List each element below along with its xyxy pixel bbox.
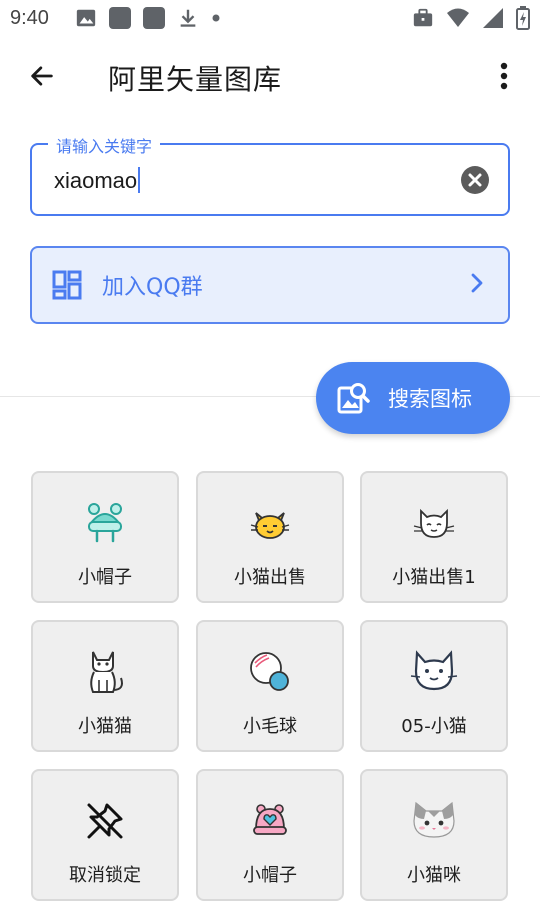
- image-icon: [75, 7, 97, 29]
- cat-face-outline-icon: [410, 499, 458, 547]
- icon-card-name: 05-小猫: [401, 716, 467, 737]
- arrow-back-icon: [28, 62, 56, 94]
- icon-card[interactable]: 小猫出售1: [360, 471, 508, 603]
- app-bar: 阿里矢量图库: [0, 44, 540, 112]
- icon-card[interactable]: 小毛球: [196, 620, 344, 752]
- yarn-ball-icon: [246, 648, 294, 696]
- wifi-icon: [446, 7, 470, 29]
- icon-card[interactable]: 取消锁定: [31, 769, 179, 901]
- hat-pink-heart-icon: [246, 797, 294, 845]
- back-button[interactable]: [0, 44, 84, 112]
- icon-card-name: 小猫出售: [234, 567, 306, 588]
- briefcase-icon: [412, 7, 434, 29]
- signal-icon: [482, 7, 504, 29]
- icon-card[interactable]: 小猫咪: [360, 769, 508, 901]
- unpin-icon: [81, 797, 129, 845]
- search-label: 请输入关键字: [48, 133, 161, 157]
- icon-card[interactable]: 小帽子: [196, 769, 344, 901]
- more-options-button[interactable]: [484, 56, 524, 100]
- search-input-text: xiaomao: [54, 168, 138, 193]
- more-vert-icon: [500, 62, 508, 94]
- fab-label: 搜索图标: [388, 387, 472, 411]
- icon-card-name: 小猫出售1: [392, 567, 476, 588]
- battery-icon: [516, 6, 530, 30]
- download-icon: [177, 7, 199, 29]
- text-caret: [138, 167, 141, 193]
- status-time: 9:40: [10, 6, 49, 29]
- icon-card-name: 小毛球: [243, 716, 297, 737]
- cat-face-yellow-icon: [246, 499, 294, 547]
- status-bar: 9:40: [0, 0, 540, 36]
- join-qq-group-banner[interactable]: 加入QQ群: [30, 246, 510, 324]
- search-input[interactable]: xiaomao: [54, 167, 141, 194]
- app-square-icon: [108, 7, 131, 29]
- icon-card[interactable]: 小帽子: [31, 471, 179, 603]
- sitting-cat-icon: [81, 648, 129, 696]
- image-search-icon: [336, 381, 370, 415]
- clear-search-button[interactable]: [460, 165, 490, 195]
- icon-card-name: 小猫猫: [78, 716, 132, 737]
- cat-head-outline-icon: [410, 648, 458, 696]
- chevron-right-icon: [470, 273, 484, 297]
- search-icons-fab[interactable]: 搜索图标: [316, 362, 510, 434]
- search-field[interactable]: 请输入关键字 xiaomao: [30, 133, 510, 216]
- icon-card-name: 小帽子: [243, 865, 297, 886]
- clear-circle-icon: [460, 166, 490, 199]
- icon-card-name: 取消锁定: [69, 865, 141, 886]
- icon-card-name: 小猫咪: [407, 865, 461, 886]
- icon-card-name: 小帽子: [78, 567, 132, 588]
- dot-icon: [211, 13, 221, 23]
- qq-banner-label: 加入QQ群: [102, 275, 203, 300]
- icon-card[interactable]: 小猫出售: [196, 471, 344, 603]
- icon-card[interactable]: 小猫猫: [31, 620, 179, 752]
- app-square-icon: [142, 7, 165, 29]
- hat-teal-icon: [81, 499, 129, 547]
- page-title: 阿里矢量图库: [108, 63, 283, 96]
- kitten-grey-icon: [410, 797, 458, 845]
- dashboard-grid-icon: [52, 270, 82, 300]
- icon-card[interactable]: 05-小猫: [360, 620, 508, 752]
